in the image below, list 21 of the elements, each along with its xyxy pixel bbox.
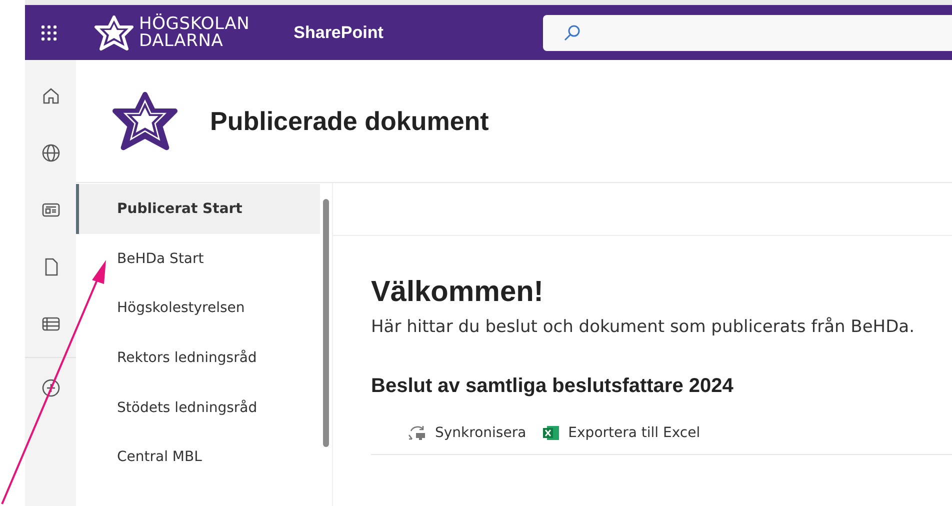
logo-text: HÖGSKOLAN — [139, 16, 250, 32]
intro-text: Här hittar du beslut och dokument som publicerats från BeHDa. — [371, 317, 916, 337]
sync-icon — [407, 424, 427, 442]
star-logo-icon — [110, 90, 180, 152]
list-title: Beslut av samtliga beslutsfattare 2024 — [371, 375, 734, 398]
search-icon — [563, 24, 582, 42]
nav-link[interactable]: Publicerat Start — [76, 184, 320, 234]
sync-button[interactable]: Synkronisera — [407, 424, 526, 442]
app-name[interactable]: SharePoint — [294, 22, 384, 42]
export-button[interactable]: Exportera till Excel — [542, 424, 700, 442]
star-logo-icon — [93, 14, 135, 50]
nav-link[interactable]: Stödets ledningsråd — [76, 382, 320, 432]
search-field[interactable] — [543, 14, 952, 50]
logo-text: DALARNA — [139, 32, 224, 50]
nav-link[interactable]: Högskolestyrelsen — [76, 283, 320, 334]
nav-link[interactable]: Central MBL — [76, 432, 320, 482]
excel-icon — [542, 425, 560, 441]
nav-link[interactable]: BeHDa Start — [76, 234, 320, 284]
welcome-heading: Välkommen! — [371, 276, 544, 309]
site-title: Publicerade dokument — [210, 106, 489, 136]
nav-link[interactable]: Rektors ledningsråd — [76, 333, 320, 383]
